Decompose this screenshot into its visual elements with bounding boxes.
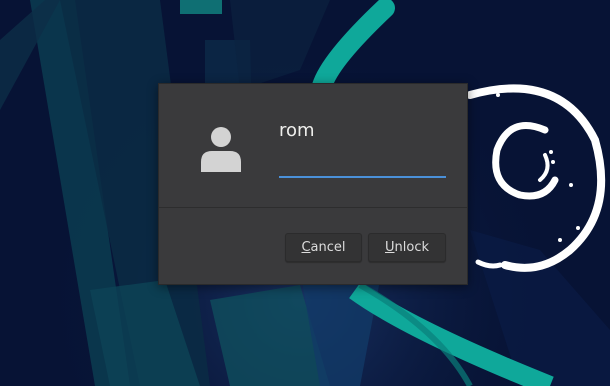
unlock-button[interactable]: Unlock (368, 233, 446, 262)
unlock-dialog: rom Cancel Unlock (158, 83, 468, 285)
password-field[interactable] (279, 150, 446, 178)
cancel-button[interactable]: Cancel (285, 233, 362, 262)
cancel-label: ancel (310, 240, 346, 255)
username-label: rom (279, 120, 315, 141)
user-avatar-icon (201, 127, 241, 172)
cancel-mnemonic: C (301, 240, 311, 255)
dialog-separator (159, 207, 467, 208)
desktop: rom Cancel Unlock (0, 0, 610, 386)
unlock-mnemonic: U (385, 240, 395, 255)
unlock-label: nlock (394, 240, 429, 255)
